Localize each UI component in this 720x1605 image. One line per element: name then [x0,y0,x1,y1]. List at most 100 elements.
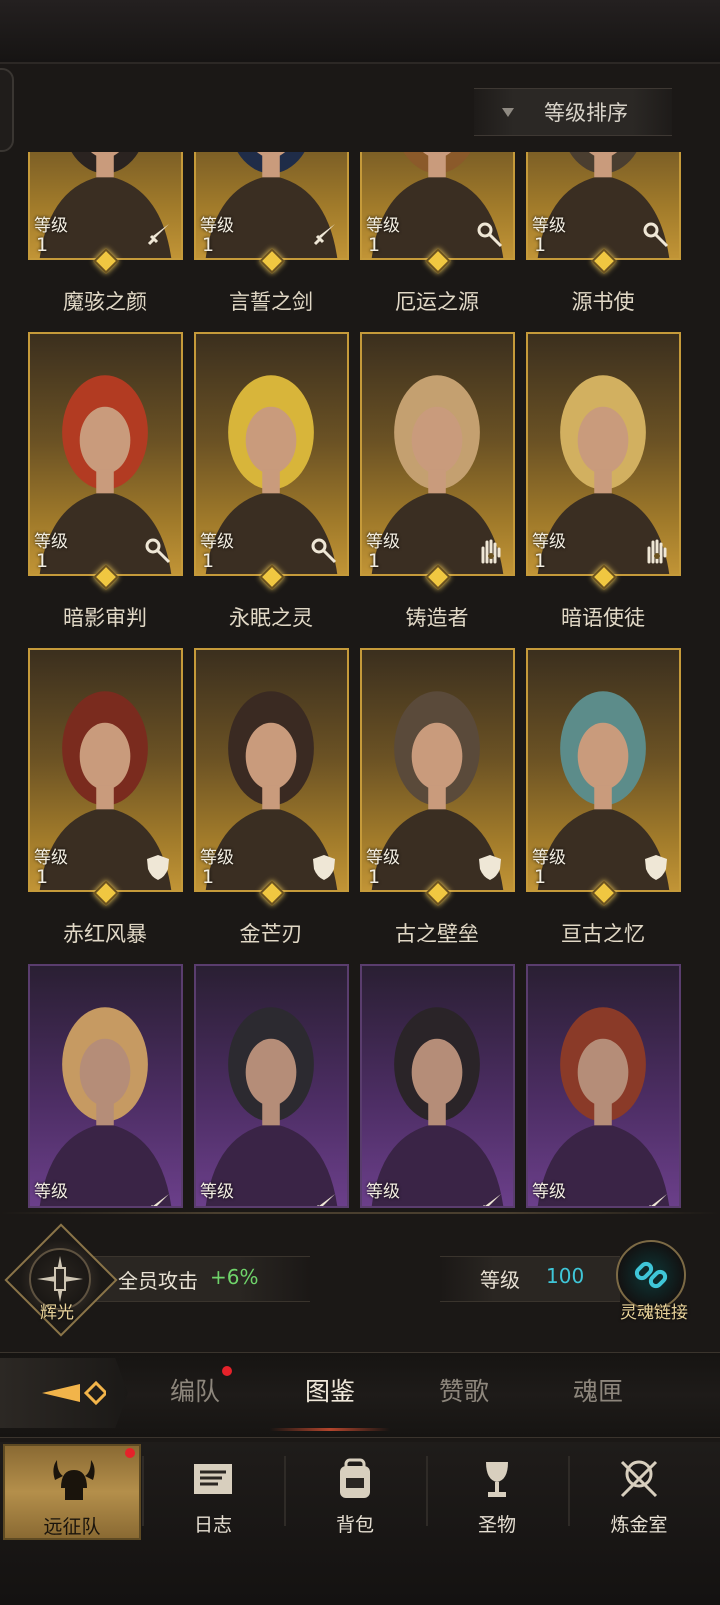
hero-card[interactable]: 等级 1 [28,648,183,892]
nav-label: 圣物 [477,1514,516,1536]
hero-card[interactable]: 等级 1 [194,648,349,892]
sort-dropdown[interactable]: 等级排序 [474,88,672,136]
soul-link-level-value: 100 [546,1264,585,1288]
hero-level-label: 等级 [200,532,234,552]
nav-item[interactable]: 炼金室 [570,1444,708,1540]
hero-level-label: 等级 [366,532,400,552]
hero-card[interactable]: 等级 [360,964,515,1208]
hero-level-label: 等级 [34,532,68,552]
tab-item[interactable]: 魂匣 [548,1372,648,1408]
hero-card[interactable]: 等级 1 [526,152,681,260]
notification-dot [222,1366,232,1376]
hero-name: 金芒刃 [239,922,303,946]
hero-name: 铸造者 [405,606,469,630]
alchemy-icon [614,1456,664,1502]
notification-dot [125,1448,135,1458]
hero-level-value: 1 [534,234,547,256]
divider [0,1212,720,1214]
hero-name: 永眠之灵 [229,606,313,630]
sword-icon [309,1190,339,1206]
hero-level-value: 1 [36,866,49,888]
soul-link-level-label: 等级 [480,1268,520,1292]
sword-icon [475,1190,505,1206]
staff-icon [641,220,671,250]
hand-icon [641,536,671,566]
hero-name: 言誓之剑 [229,290,313,314]
soul-link-label: 灵魂链接 [620,1303,688,1323]
hero-name: 暗语使徒 [561,606,645,630]
bonus-value: +6% [210,1265,259,1289]
active-tab-indicator [270,1428,390,1431]
chalice-icon [472,1456,522,1502]
hero-level-label: 等级 [366,1182,400,1202]
hero-level-value: 1 [534,866,547,888]
hero-card[interactable]: 等级 1 [28,152,183,260]
sword-icon [641,1190,671,1206]
arrow-left-icon [42,1380,106,1406]
nav-separator [426,1456,428,1526]
tab-item[interactable]: 图鉴 [280,1372,380,1408]
hero-level-label: 等级 [532,532,566,552]
sword-icon [143,1190,173,1206]
tab-item[interactable]: 编队 [145,1372,245,1408]
tab-item[interactable]: 赞歌 [414,1372,514,1408]
dropdown-arrow-icon [502,107,514,117]
hero-level-value: 1 [368,550,381,572]
bonus-text: 全员攻击 [118,1269,198,1293]
hero-level-label: 等级 [532,848,566,868]
hero-card[interactable]: 等级 1 [194,332,349,576]
nav-item[interactable]: 背包 [286,1444,424,1540]
hero-level-label: 等级 [34,1182,68,1202]
hero-card[interactable]: 等级 1 [526,332,681,576]
hero-card[interactable]: 等级 1 [194,152,349,260]
hero-name: 暗影审判 [63,606,147,630]
hero-card[interactable]: 等级 [194,964,349,1208]
nav-separator [568,1456,570,1526]
hero-level-value: 1 [36,550,49,572]
hero-name: 魔骇之颜 [63,290,147,314]
top-frame [0,0,720,64]
shield-icon [143,852,173,882]
hero-level-value: 1 [368,234,381,256]
hero-card[interactable]: 等级 [526,964,681,1208]
hero-level-label: 等级 [200,216,234,236]
hero-name: 古之壁垒 [395,922,479,946]
hero-level-value: 1 [36,234,49,256]
side-drawer-handle[interactable] [0,68,14,152]
shield-icon [475,852,505,882]
hero-level-label: 等级 [532,216,566,236]
hero-level-label: 等级 [200,848,234,868]
sort-label: 等级排序 [544,101,628,125]
scroll-icon [188,1456,238,1502]
hero-level-label: 等级 [34,216,68,236]
sword-icon [143,220,173,250]
nav-separator [142,1456,144,1526]
hero-card[interactable]: 等级 1 [360,332,515,576]
hero-level-label: 等级 [200,1182,234,1202]
emblem-label: 辉光 [40,1303,74,1323]
hero-gallery-grid: 等级 1 魔骇之颜 等级 1 言誓之剑 等级 1 厄运之源 等级 1 源书使 等级 1 暗影审判 等级 1 永眠之… [0,152,720,1212]
hero-card[interactable]: 等级 1 [28,332,183,576]
staff-icon [475,220,505,250]
backpack-icon [330,1456,380,1502]
hero-card[interactable]: 等级 1 [360,648,515,892]
staff-icon [309,536,339,566]
viking-helmet-icon [49,1458,99,1504]
nav-item[interactable]: 远征队 [3,1444,141,1540]
hero-card[interactable]: 等级 1 [360,152,515,260]
nav-label: 远征队 [43,1516,101,1538]
hero-level-label: 等级 [366,216,400,236]
back-button[interactable] [0,1358,128,1428]
shield-icon [309,852,339,882]
hand-icon [475,536,505,566]
nav-label: 背包 [335,1514,374,1536]
hero-level-value: 1 [202,866,215,888]
nav-item[interactable]: 日志 [144,1444,282,1540]
hero-card[interactable]: 等级 1 [526,648,681,892]
hero-level-value: 1 [534,550,547,572]
soul-link-bar [440,1256,620,1302]
hero-card[interactable]: 等级 [28,964,183,1208]
hero-level-value: 1 [202,234,215,256]
nav-separator [284,1456,286,1526]
nav-item[interactable]: 圣物 [428,1444,566,1540]
